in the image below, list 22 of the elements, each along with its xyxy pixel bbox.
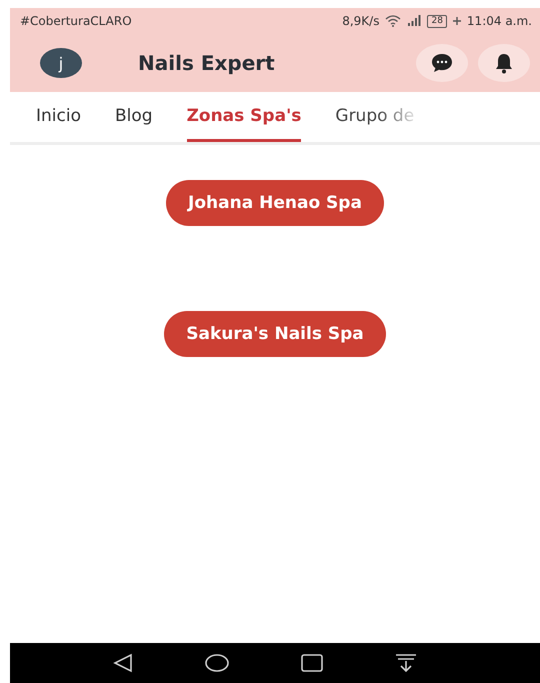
nav-tab[interactable]: Blog bbox=[114, 92, 153, 142]
battery-level: 28 bbox=[427, 14, 447, 28]
bell-icon bbox=[494, 52, 514, 74]
nav-tab[interactable]: Inicio bbox=[36, 92, 81, 142]
wifi-icon bbox=[385, 15, 402, 27]
charging-icon bbox=[452, 17, 461, 25]
signal-icon bbox=[407, 15, 422, 27]
notification-pull-icon[interactable] bbox=[395, 654, 417, 672]
network-speed: 8,9K/s bbox=[342, 14, 380, 28]
nav-tab[interactable]: Zonas Spa's bbox=[186, 92, 302, 142]
app-title: Nails Expert bbox=[138, 51, 275, 75]
user-avatar[interactable]: j bbox=[40, 48, 82, 78]
home-icon[interactable] bbox=[205, 654, 229, 672]
recents-icon[interactable] bbox=[301, 654, 323, 672]
clock-time: 11:04 a.m. bbox=[466, 14, 532, 28]
chat-icon bbox=[431, 53, 453, 73]
notifications-button[interactable] bbox=[478, 44, 530, 82]
spa-button[interactable]: Sakura's Nails Spa bbox=[164, 311, 386, 357]
chat-button[interactable] bbox=[416, 44, 468, 82]
spa-button[interactable]: Johana Henao Spa bbox=[166, 180, 384, 226]
carrier-text: #CoberturaCLARO bbox=[20, 14, 132, 28]
back-icon[interactable] bbox=[113, 653, 133, 673]
